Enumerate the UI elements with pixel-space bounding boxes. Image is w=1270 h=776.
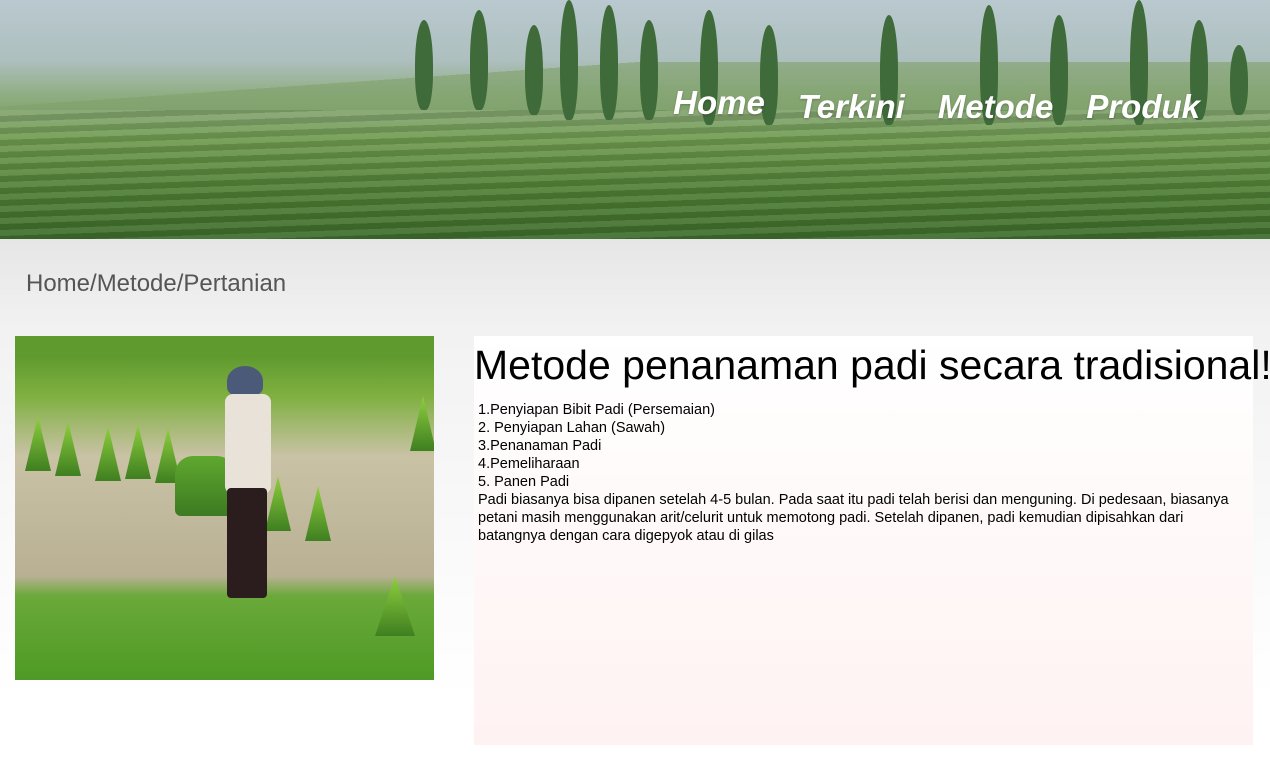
nav-metode-link[interactable]: Metode — [938, 88, 1054, 126]
banner-tree — [415, 20, 433, 110]
step-item: 4.Pemeliharaan — [478, 456, 580, 472]
rice-seedling — [125, 424, 151, 479]
banner-tree — [560, 0, 578, 120]
steps-list: 1.Penyiapan Bibit Padi (Persemaian) 2. P… — [478, 401, 1253, 491]
rice-seedling — [95, 426, 121, 481]
nav-terkini-link[interactable]: Terkini — [798, 88, 905, 126]
rice-seedling — [375, 576, 415, 636]
article-title: Metode penanaman padi secara tradisional… — [474, 342, 1270, 388]
article-paragraph: Padi biasanya bisa dipanen setelah 4-5 b… — [478, 492, 1229, 544]
banner-tree — [600, 5, 618, 120]
farmer-shirt — [225, 394, 271, 494]
farmer-head — [227, 366, 263, 396]
header-banner: Home Terkini Metode Produk — [0, 0, 1270, 239]
rice-farmer-photo — [15, 336, 434, 680]
rice-seedling — [410, 396, 434, 451]
farmer-legs — [227, 488, 267, 598]
nav-produk-link[interactable]: Produk — [1086, 88, 1200, 126]
rice-seedling — [305, 486, 331, 541]
rice-seedling — [25, 416, 51, 471]
farmer-figure — [175, 366, 285, 616]
nav-home-link[interactable]: Home — [673, 84, 765, 122]
step-item: 2. Penyiapan Lahan (Sawah) — [478, 420, 666, 436]
banner-crop-rows — [0, 110, 1270, 239]
step-item: 1.Penyiapan Bibit Padi (Persemaian) — [478, 402, 715, 418]
main-nav: Home Terkini Metode Produk — [673, 84, 1200, 126]
banner-tree — [1230, 45, 1248, 115]
step-item: 3.Penanaman Padi — [478, 438, 602, 454]
banner-tree — [525, 25, 543, 115]
breadcrumb: Home/Metode/Pertanian — [26, 270, 287, 297]
banner-tree — [640, 20, 658, 120]
article-panel: Metode penanaman padi secara tradisional… — [474, 336, 1270, 745]
step-item: 5. Panen Padi — [478, 474, 570, 490]
rice-seedling — [55, 421, 81, 476]
banner-tree — [470, 10, 488, 110]
